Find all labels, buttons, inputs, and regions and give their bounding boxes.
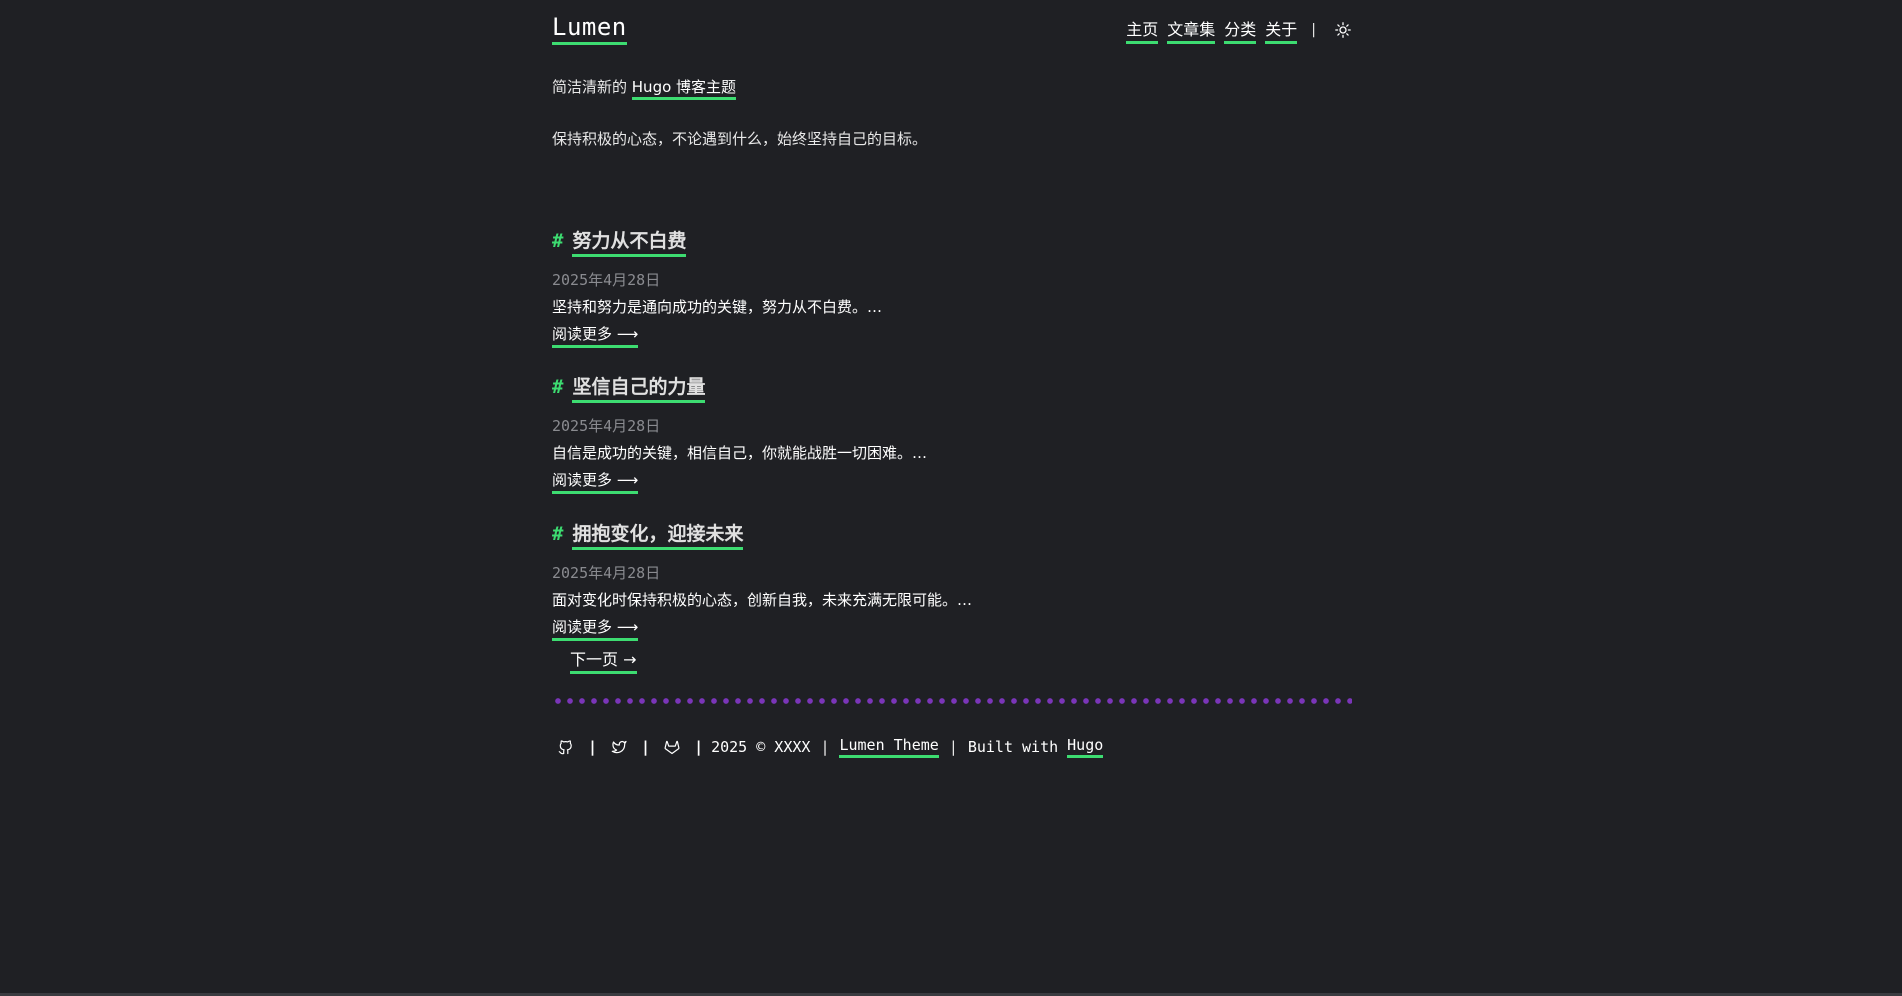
post-title: # 努力从不白费 xyxy=(552,226,1352,257)
read-more-link[interactable]: 阅读更多 ⟶ xyxy=(552,323,639,348)
post-date: 2025年4月28日 xyxy=(552,271,661,289)
post-summary: 坚持和努力是通向成功的关键，努力从不白费。… xyxy=(552,298,883,316)
footer-icon-separator: | xyxy=(694,738,704,756)
nav-item-posts[interactable]: 文章集 xyxy=(1167,16,1216,44)
read-more-link[interactable]: 阅读更多 ⟶ xyxy=(552,616,639,641)
post-item: # 坚信自己的力量 2025年4月28日 自信是成功的关键，相信自己，你就能战胜… xyxy=(552,372,1352,494)
site-title-link[interactable]: Lumen xyxy=(552,13,627,45)
description-prefix: 简洁清新的 xyxy=(552,78,632,96)
post-date: 2025年4月28日 xyxy=(552,417,661,435)
site-motto: 保持积极的心态，不论遇到什么，始终坚持自己的目标。 xyxy=(552,130,928,148)
footer-separator: | xyxy=(820,738,830,756)
page: Lumen 主页 文章集 分类 关于 | 简洁清新的 Hugo 博客主题 保持积… xyxy=(0,0,1902,996)
dotted-divider xyxy=(552,697,1352,705)
site-description: 简洁清新的 Hugo 博客主题 xyxy=(552,76,737,100)
footer-icon-separator: | xyxy=(588,738,598,756)
github-icon[interactable] xyxy=(556,737,576,757)
nav-item-home[interactable]: 主页 xyxy=(1126,16,1159,44)
main-nav: 主页 文章集 分类 关于 | xyxy=(1117,16,1352,44)
post-item: # 拥抱变化，迎接未来 2025年4月28日 面对变化时保持积极的心态，创新自我… xyxy=(552,519,1352,641)
footer-separator: | xyxy=(948,738,958,756)
sun-icon[interactable] xyxy=(1334,21,1352,39)
post-title-link[interactable]: 坚信自己的力量 xyxy=(572,372,706,403)
gitlab-icon[interactable] xyxy=(662,737,682,757)
twitter-icon[interactable] xyxy=(609,737,629,757)
hash-icon: # xyxy=(552,523,564,545)
read-more-link[interactable]: 阅读更多 ⟶ xyxy=(552,469,639,494)
hash-icon: # xyxy=(552,376,564,398)
lumen-theme-link[interactable]: Lumen Theme xyxy=(839,736,939,758)
footer: | | | 2025 © XXXX | Lumen Theme | Built … xyxy=(552,736,1104,758)
post-title-link[interactable]: 努力从不白费 xyxy=(572,226,687,257)
nav-item-about[interactable]: 关于 xyxy=(1265,16,1298,44)
copyright-text: 2025 © XXXX xyxy=(711,738,811,756)
post-summary: 面对变化时保持积极的心态，创新自我，未来充满无限可能。… xyxy=(552,591,973,609)
sun-icon-svg xyxy=(1335,22,1351,38)
github-icon-svg xyxy=(558,740,572,755)
post-title: # 坚信自己的力量 xyxy=(552,372,1352,403)
next-page-link[interactable]: 下一页 → xyxy=(570,646,637,674)
post-summary: 自信是成功的关键，相信自己，你就能战胜一切困难。… xyxy=(552,444,928,462)
hugo-link[interactable]: Hugo xyxy=(1067,736,1104,758)
nav-item-categories[interactable]: 分类 xyxy=(1224,16,1257,44)
twitter-icon-svg xyxy=(611,740,627,754)
nav-separator: | xyxy=(1311,22,1316,38)
hugo-theme-link[interactable]: Hugo 博客主题 xyxy=(631,78,737,100)
post-date: 2025年4月28日 xyxy=(552,564,661,582)
post-title: # 拥抱变化，迎接未来 xyxy=(552,519,1352,550)
hash-icon: # xyxy=(552,230,564,252)
post-title-link[interactable]: 拥抱变化，迎接未来 xyxy=(572,519,744,550)
footer-icon-separator: | xyxy=(641,738,651,756)
post-item: # 努力从不白费 2025年4月28日 坚持和努力是通向成功的关键，努力从不白费… xyxy=(552,226,1352,348)
built-with-text: Built with xyxy=(967,738,1059,756)
gitlab-icon-svg xyxy=(664,740,680,755)
